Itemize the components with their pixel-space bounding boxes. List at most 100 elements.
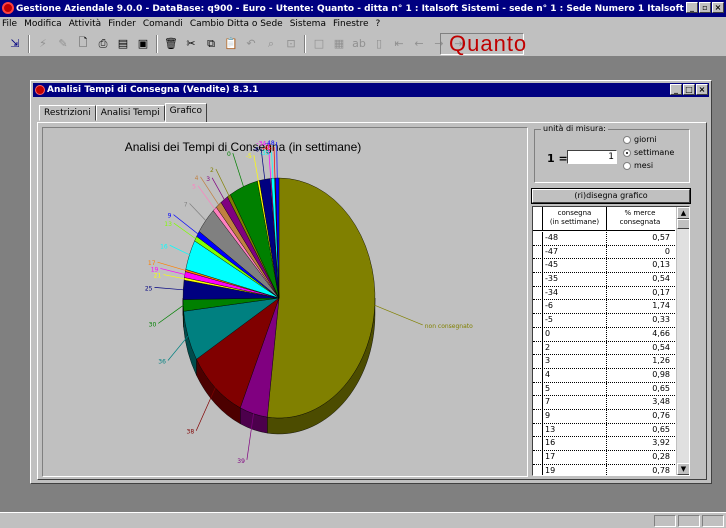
radio-giorni[interactable]: giorni: [623, 135, 657, 144]
menu-comandi[interactable]: Comandi: [143, 19, 183, 29]
scroll-down-arrow[interactable]: ▼: [677, 463, 689, 475]
cell-merce[interactable]: 0,17: [607, 287, 673, 300]
cell-merce[interactable]: 0,76: [607, 410, 673, 423]
list-icon[interactable]: ▦: [332, 37, 346, 51]
prev-icon[interactable]: ←: [412, 37, 426, 51]
table-row[interactable]: -6 1,74: [533, 300, 675, 315]
cell-consegna[interactable]: -35: [543, 273, 607, 286]
exit-icon[interactable]: ⇲: [8, 37, 22, 51]
window-icon[interactable]: ▣: [136, 37, 150, 51]
units-input[interactable]: 1: [567, 150, 617, 164]
tab-restrizioni[interactable]: Restrizioni: [39, 105, 96, 121]
menu-file[interactable]: File: [2, 19, 17, 29]
cell-merce[interactable]: 0,78: [607, 465, 673, 475]
cell-merce[interactable]: 0,33: [607, 314, 673, 327]
table-row[interactable]: -45 0,13: [533, 259, 675, 274]
cell-consegna[interactable]: 4: [543, 368, 607, 382]
cell-merce[interactable]: 0,57: [607, 232, 673, 245]
cell-merce[interactable]: 3,92: [607, 437, 673, 450]
table-row[interactable]: 0 4,66: [533, 327, 675, 342]
cell-consegna[interactable]: -47: [543, 245, 607, 259]
radio-dot[interactable]: [623, 135, 631, 144]
table-row[interactable]: 13 0,65: [533, 423, 675, 438]
radio-mesi[interactable]: mesi: [623, 161, 653, 170]
minimize-button[interactable]: _: [686, 2, 698, 13]
header-merce[interactable]: % merce consegnata: [607, 207, 673, 230]
menu-help[interactable]: ?: [376, 19, 381, 29]
cell-consegna[interactable]: 2: [543, 341, 607, 355]
table-row[interactable]: 9 0,76: [533, 409, 675, 424]
table-row[interactable]: 5 0,65: [533, 382, 675, 397]
menu-finestre[interactable]: Finestre: [333, 19, 369, 29]
cell-merce[interactable]: 1,26: [607, 355, 673, 368]
scroll-thumb[interactable]: [677, 219, 689, 229]
cell-merce[interactable]: 0,28: [607, 451, 673, 464]
radio-settimane[interactable]: settimane: [623, 148, 674, 157]
cell-merce[interactable]: 0,65: [607, 424, 673, 437]
menu-finder[interactable]: Finder: [108, 19, 136, 29]
abc-icon[interactable]: ab: [352, 37, 366, 51]
cut-icon[interactable]: ✂: [184, 37, 198, 51]
cell-consegna[interactable]: 9: [543, 409, 607, 423]
cell-merce[interactable]: 4,66: [607, 328, 673, 341]
table-row[interactable]: -34 0,17: [533, 286, 675, 301]
table-row[interactable]: 3 1,26: [533, 355, 675, 369]
cell-consegna[interactable]: 19: [543, 464, 607, 475]
header-consegna[interactable]: consegna (in settimane): [543, 207, 607, 230]
radio-dot[interactable]: [623, 161, 631, 170]
table-row[interactable]: -35 0,54: [533, 273, 675, 287]
cell-merce[interactable]: 3,48: [607, 396, 673, 409]
scroll-up-arrow[interactable]: ▲: [677, 207, 689, 219]
first-icon[interactable]: ⇤: [392, 37, 406, 51]
table-row[interactable]: -47 0: [533, 245, 675, 260]
cell-consegna[interactable]: -6: [543, 300, 607, 314]
cell-merce[interactable]: 0,65: [607, 383, 673, 396]
close-button[interactable]: ×: [712, 2, 724, 13]
cell-consegna[interactable]: -34: [543, 286, 607, 300]
flash-icon[interactable]: ⚡: [36, 37, 50, 51]
cell-consegna[interactable]: 16: [543, 437, 607, 450]
table-row[interactable]: 7 3,48: [533, 396, 675, 410]
menu-sistema[interactable]: Sistema: [290, 19, 326, 29]
cell-merce[interactable]: 0,13: [607, 259, 673, 272]
table-row[interactable]: 16 3,92: [533, 437, 675, 451]
page-icon[interactable]: ▯: [372, 37, 386, 51]
cell-merce[interactable]: 0: [607, 246, 673, 259]
undo-icon[interactable]: ↶: [244, 37, 258, 51]
table-row[interactable]: 2 0,54: [533, 341, 675, 356]
table-row[interactable]: -48 0,57: [533, 232, 675, 246]
menu-modifica[interactable]: Modifica: [24, 19, 62, 29]
print-icon[interactable]: ⎙: [96, 37, 110, 51]
cell-merce[interactable]: 1,74: [607, 300, 673, 313]
tab-analisi-tempi[interactable]: Analisi Tempi: [95, 105, 165, 121]
pen-icon[interactable]: ✎: [56, 37, 70, 51]
redraw-chart-button[interactable]: (ri)disegna grafico: [531, 188, 691, 204]
table-row[interactable]: 4 0,98: [533, 368, 675, 383]
paste-icon[interactable]: 📋: [224, 37, 238, 51]
window-maximize-button[interactable]: □: [683, 84, 695, 95]
cell-consegna[interactable]: 17: [543, 451, 607, 464]
copy-icon[interactable]: ⧉: [204, 37, 218, 51]
cell-merce[interactable]: 0,54: [607, 342, 673, 355]
filter-icon[interactable]: ⊡: [284, 37, 298, 51]
cell-consegna[interactable]: 3: [543, 355, 607, 368]
window-close-button[interactable]: ×: [696, 84, 708, 95]
preview-icon[interactable]: 🗋: [76, 36, 90, 51]
cell-merce[interactable]: 0,54: [607, 273, 673, 286]
restore-button[interactable]: ▫: [699, 2, 711, 13]
cell-consegna[interactable]: 7: [543, 396, 607, 409]
new-icon[interactable]: □: [312, 37, 326, 51]
print-setup-icon[interactable]: ▤: [116, 37, 130, 51]
cell-consegna[interactable]: -45: [543, 259, 607, 273]
cell-merce[interactable]: 0,98: [607, 369, 673, 382]
cell-consegna[interactable]: 0: [543, 327, 607, 341]
cell-consegna[interactable]: -5: [543, 314, 607, 327]
window-minimize-button[interactable]: _: [670, 84, 682, 95]
delete-icon[interactable]: 🗑: [164, 37, 178, 51]
table-row[interactable]: -5 0,33: [533, 314, 675, 328]
tab-grafico[interactable]: Grafico: [164, 103, 207, 122]
table-row[interactable]: 19 0,78: [533, 464, 675, 475]
cell-consegna[interactable]: -48: [543, 232, 607, 245]
cell-consegna[interactable]: 13: [543, 423, 607, 437]
cell-consegna[interactable]: 5: [543, 382, 607, 396]
